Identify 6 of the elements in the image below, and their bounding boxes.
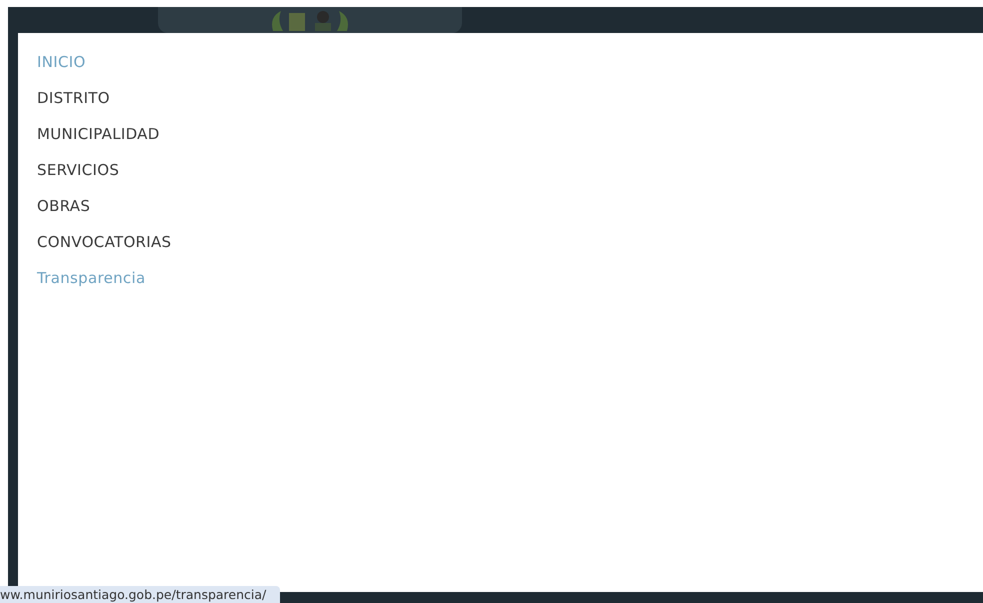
menu-item[interactable]: DISTRITO	[37, 87, 110, 109]
menu-item[interactable]: CONVOCATORIAS	[37, 231, 172, 253]
menu-item[interactable]: MUNICIPALIDAD	[37, 123, 160, 145]
menu-item[interactable]: SERVICIOS	[37, 159, 120, 181]
menu-item[interactable]: OBRAS	[37, 195, 90, 217]
status-bar-url: ww.muniriosantiago.gob.pe/transparencia/	[0, 586, 280, 603]
